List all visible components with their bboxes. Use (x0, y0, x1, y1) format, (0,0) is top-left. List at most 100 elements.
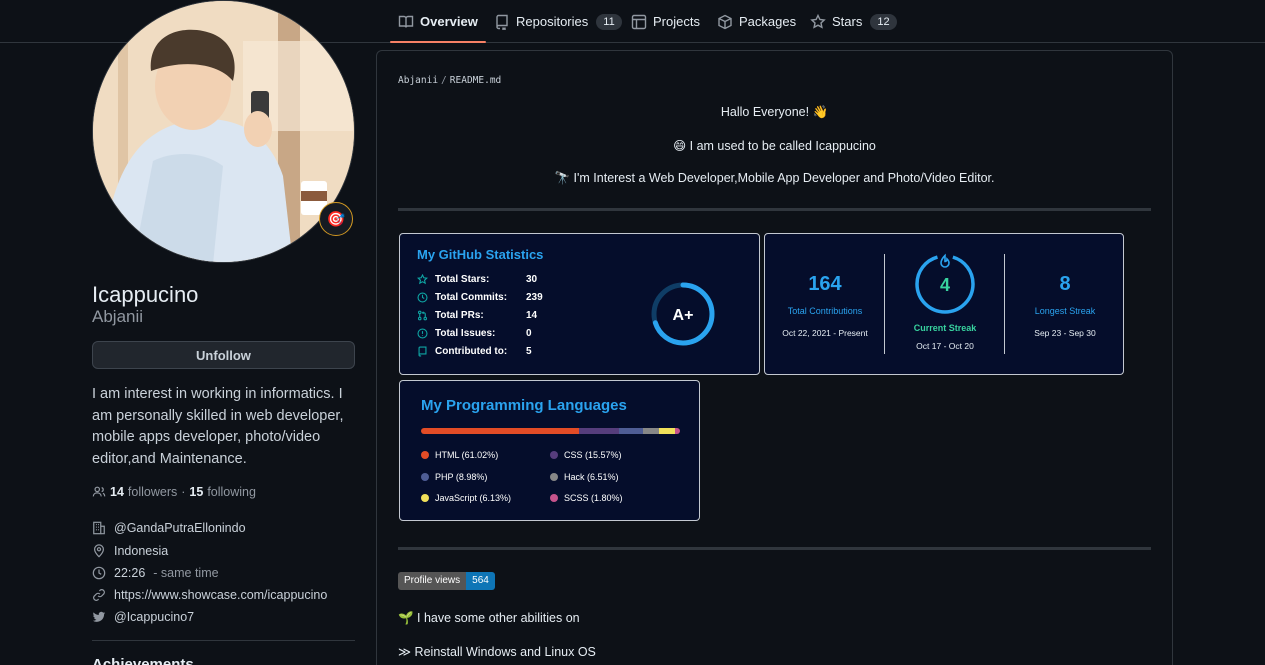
sidebar-divider (92, 640, 355, 641)
stat-row-contributed: Contributed to: 5 (417, 346, 532, 357)
streak-card: 164 Total Contributions Oct 22, 2021 - P… (764, 233, 1124, 375)
profile-views-badge: Profile views 564 (398, 572, 495, 590)
tab-stars-label: Stars (832, 14, 863, 29)
tab-projects[interactable]: Projects (631, 0, 700, 43)
avatar[interactable] (92, 0, 355, 263)
language-item-scss: SCSS (1.80%) (550, 493, 623, 503)
profile-website: https://www.showcase.com/icappucino (92, 588, 327, 602)
language-label: JavaScript (6.13%) (435, 493, 512, 503)
profile-views-label: Profile views (398, 572, 467, 590)
project-icon (631, 14, 647, 29)
profile-bio: I am interest in working in informatics.… (92, 386, 344, 467)
language-item-javascript: JavaScript (6.13%) (421, 493, 511, 503)
grade-ring: A+ (651, 282, 715, 346)
stat-value: 239 (526, 292, 543, 303)
history-icon (417, 292, 428, 303)
organization-icon (93, 521, 105, 535)
readme-divider (398, 208, 1151, 211)
longest-streak-number: 8 (1059, 273, 1071, 295)
profile-local-time: 22:26 - same time (92, 566, 219, 580)
longest-streak-range: Sep 23 - Sep 30 (1034, 328, 1096, 338)
readme-file[interactable]: README.md (450, 75, 501, 86)
readme-breadcrumb: Abjanii / README.md (398, 75, 502, 86)
language-dot (550, 473, 558, 481)
total-contributions-number: 164 (808, 273, 842, 295)
unfollow-button[interactable]: Unfollow (92, 341, 355, 369)
stat-label: Total Issues: (435, 328, 496, 339)
language-label: PHP (8.98%) (435, 472, 488, 482)
readme-line-3: 🔭 I'm Interest a Web Developer,Mobile Ap… (554, 171, 995, 185)
following-count[interactable]: 15 (189, 485, 203, 499)
language-dot (550, 451, 558, 459)
ability-item: ≫ Reinstall Windows and Linux OS (398, 645, 596, 659)
tab-stars[interactable]: Stars 12 (810, 0, 897, 43)
languages-progress-bar (421, 428, 680, 434)
current-streak-number: 4 (940, 275, 950, 295)
language-bar-segment (619, 428, 643, 434)
star-icon (810, 13, 826, 29)
avatar-illustration (93, 1, 354, 262)
readme-divider (398, 547, 1151, 550)
tab-projects-label: Projects (653, 14, 700, 29)
tab-packages-label: Packages (739, 14, 797, 29)
people-icon (92, 486, 106, 497)
languages-title: My Programming Languages (421, 397, 627, 414)
time-note: - same time (153, 566, 219, 580)
language-dot (421, 494, 429, 502)
location-icon (94, 544, 104, 558)
stat-value: 5 (526, 346, 532, 357)
following-label[interactable]: following (207, 485, 256, 499)
stats-title: My GitHub Statistics (417, 247, 544, 262)
stat-row-prs: Total PRs: 14 (417, 310, 537, 321)
tab-overview[interactable]: Overview (390, 0, 486, 43)
github-stats-card: My GitHub Statistics Total Stars: 30 Tot… (399, 233, 760, 375)
current-streak-ring: 4 (915, 253, 975, 314)
organization-text[interactable]: @GandaPutraEllonindo (114, 521, 246, 535)
profile-views-count: 564 (466, 572, 495, 590)
stat-label: Contributed to: (435, 346, 508, 357)
stat-row-stars: Total Stars: 30 (417, 274, 537, 285)
language-item-hack: Hack (6.51%) (550, 472, 619, 482)
tab-repositories[interactable]: Repositories 11 (494, 0, 622, 43)
grade-text: A+ (673, 307, 694, 324)
tab-packages[interactable]: Packages (717, 0, 796, 43)
status-badge[interactable]: 🎯 (319, 202, 353, 236)
total-contributions-range: Oct 22, 2021 - Present (782, 328, 868, 338)
language-bar-segment (675, 428, 680, 434)
languages-card: My Programming Languages HTML (61.02%) C… (399, 380, 700, 521)
stat-value: 0 (526, 328, 532, 339)
total-contributions-col: 164 Total Contributions Oct 22, 2021 - P… (765, 234, 885, 338)
website-link[interactable]: https://www.showcase.com/icappucino (114, 588, 327, 602)
language-label: Hack (6.51%) (564, 472, 619, 482)
achievements-heading[interactable]: Achievements (92, 656, 194, 665)
repo-icon (418, 346, 427, 357)
profile-organization: @GandaPutraEllonindo (92, 521, 246, 535)
twitter-handle[interactable]: @Icappucino7 (114, 610, 194, 624)
followers-label[interactable]: followers (128, 485, 177, 499)
status-emoji: 🎯 (326, 211, 346, 228)
abilities-intro: 🌱 I have some other abilities on (398, 611, 580, 625)
book-icon (398, 15, 414, 28)
readme-owner[interactable]: Abjanii (398, 75, 438, 86)
total-contributions-label: Total Contributions (787, 306, 863, 316)
profile-location: Indonesia (92, 544, 168, 558)
language-label: CSS (15.57%) (564, 450, 622, 460)
location-text: Indonesia (114, 544, 169, 558)
stat-row-issues: Total Issues: 0 (417, 328, 532, 339)
star-icon (417, 274, 428, 285)
language-bar-segment (579, 428, 620, 434)
followers-count[interactable]: 14 (110, 485, 124, 499)
fire-icon (940, 253, 950, 268)
language-item-php: PHP (8.98%) (421, 472, 487, 482)
local-time-text: 22:26 (114, 566, 146, 580)
longest-streak-col: 8 Longest Streak Sep 23 - Sep 30 (1005, 234, 1125, 338)
profile-twitter: @Icappucino7 (92, 610, 194, 624)
current-streak-range: Oct 17 - Oct 20 (916, 341, 974, 351)
stat-label: Total Commits: (435, 292, 508, 303)
stat-row-commits: Total Commits: 239 (417, 292, 543, 303)
readme-greeting: Hallo Everyone! 👋 (720, 105, 829, 119)
language-bar-segment (659, 428, 676, 434)
profile-username: Abjanii (92, 307, 144, 326)
language-dot (421, 473, 429, 481)
pull-request-icon (417, 310, 428, 321)
